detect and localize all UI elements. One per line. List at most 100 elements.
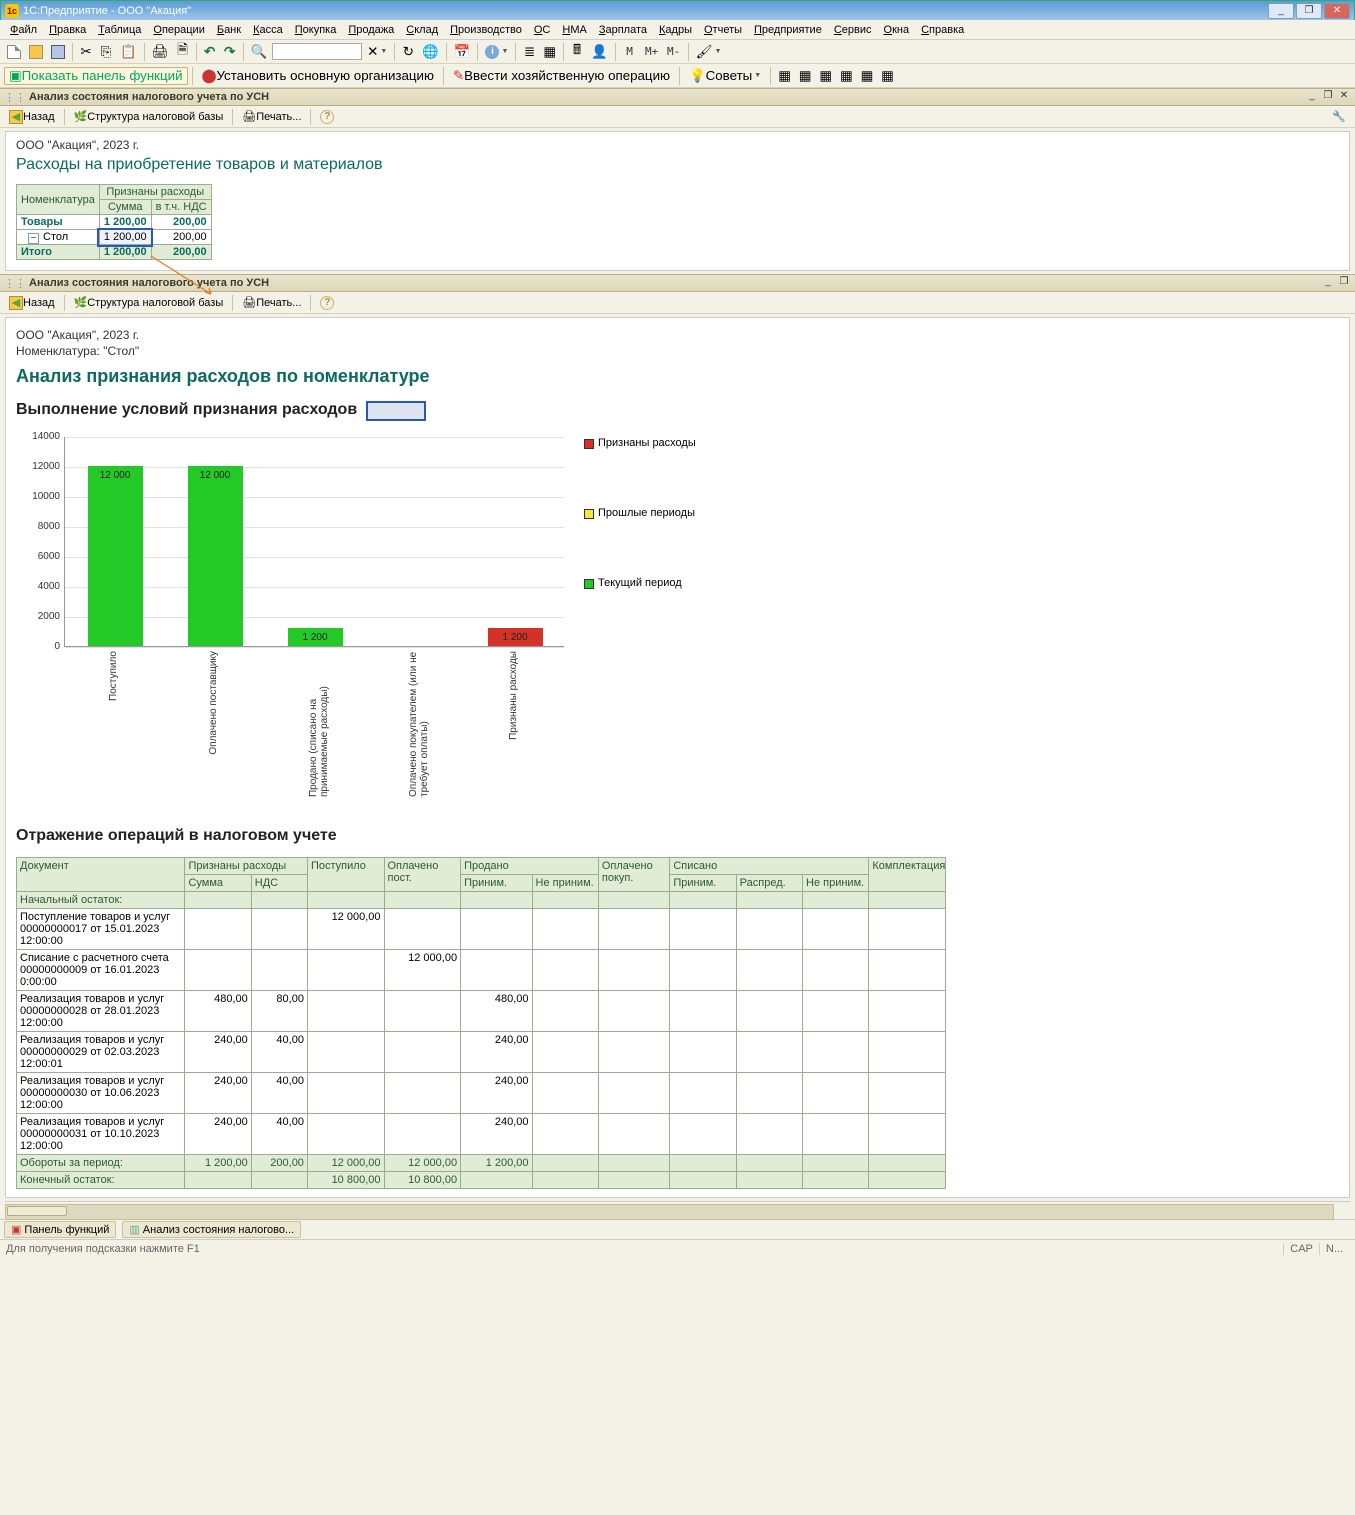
wrench-icon: 🔧 (1332, 110, 1346, 123)
table-row[interactable]: Стол 1 200,00 200,00 (17, 230, 212, 245)
grid-icon: ▦ (861, 68, 874, 84)
new-button[interactable] (4, 43, 24, 61)
memory-plus-button[interactable]: M+ (642, 43, 662, 61)
cut-button[interactable]: ✂ (77, 43, 95, 61)
zoom-button[interactable]: 🔍 (248, 43, 271, 61)
open-button[interactable] (26, 43, 46, 61)
help-button[interactable]: ? (315, 108, 339, 126)
menu-cash[interactable]: Касса (247, 22, 289, 38)
save-button[interactable] (48, 43, 68, 61)
menu-bank[interactable]: Банк (211, 22, 247, 38)
nav-bar-1: ◀Назад 🌿Структура налоговой базы 🖨Печать… (0, 106, 1355, 128)
doc-title-2: Анализ состояния налогового учета по УСН (29, 277, 1321, 289)
calc-button[interactable]: 🖩 (568, 43, 586, 61)
print-button[interactable]: 🖨 (149, 43, 172, 61)
y-tick: 14000 (16, 431, 60, 442)
selected-cell[interactable]: 1 200,00 (99, 230, 151, 245)
view3-button[interactable]: ▦ (816, 67, 835, 85)
menu-table[interactable]: Таблица (92, 22, 147, 38)
col-sum: Сумма (185, 875, 251, 892)
print-button[interactable]: 🖨Печать... (237, 294, 306, 311)
help-button[interactable]: ? (315, 294, 339, 312)
view5-button[interactable]: ▦ (858, 67, 877, 85)
enter-operation-button[interactable]: ✎ Ввести хозяйственную операцию (448, 67, 675, 85)
new-icon (7, 45, 21, 59)
back-button[interactable]: ◀Назад (4, 294, 60, 312)
view6-button[interactable]: ▦ (878, 67, 897, 85)
tax-base-structure-button[interactable]: 🌿Структура налоговой базы (69, 294, 229, 311)
settings-button[interactable]: 🔧 (1327, 108, 1351, 125)
info-button[interactable]: i▼ (482, 43, 511, 61)
status-cap: CAP (1283, 1243, 1319, 1255)
search-input[interactable] (272, 43, 362, 60)
doc-restore-button[interactable]: ❐ (1337, 276, 1351, 290)
table-button[interactable]: ▦ (540, 43, 559, 61)
chart-legend: Признаны расходы Прошлые периоды Текущий… (584, 437, 696, 797)
bottom-tab-panel-functions[interactable]: ▣Панель функций (4, 1221, 116, 1238)
table-row[interactable]: Поступление товаров и услуг 00000000017 … (17, 909, 946, 950)
copy-button[interactable]: ⎘ (97, 43, 115, 61)
table-row: Начальный остаток: (17, 892, 946, 909)
show-panel-functions-button[interactable]: ▣ Показать панель функций (4, 67, 188, 85)
minimize-button[interactable]: _ (1268, 3, 1294, 19)
menu-help[interactable]: Справка (915, 22, 970, 38)
menu-purchase[interactable]: Покупка (289, 22, 343, 38)
tab-handle-icon[interactable]: ⋮⋮ (4, 277, 26, 290)
view1-button[interactable]: ▦ (775, 67, 794, 85)
menu-staff[interactable]: Кадры (653, 22, 698, 38)
refresh-button[interactable]: ↻ (399, 43, 417, 61)
printer-icon: 🖨 (242, 296, 256, 309)
print-button[interactable]: 🖨Печать... (237, 108, 306, 125)
doc-minimize-button[interactable]: _ (1321, 276, 1335, 290)
user-button[interactable]: 👤 (588, 43, 611, 61)
close-button[interactable]: ✕ (1324, 3, 1350, 19)
doc-close-button[interactable]: ✕ (1337, 90, 1351, 104)
memory-minus-button[interactable]: M- (664, 43, 684, 61)
tax-base-structure-button[interactable]: 🌿Структура налоговой базы (69, 108, 229, 125)
redo-button[interactable]: ↷ (221, 43, 239, 61)
calendar-button[interactable]: 📅 (451, 43, 474, 61)
search-clear-button[interactable]: ✕▼ (364, 43, 390, 61)
tips-button[interactable]: 💡 Советы▼ (684, 67, 766, 85)
table-row[interactable]: Товары 1 200,00 200,00 (17, 215, 212, 230)
menu-windows[interactable]: Окна (878, 22, 916, 38)
menu-os[interactable]: ОС (528, 22, 557, 38)
menu-service[interactable]: Сервис (828, 22, 878, 38)
table-row[interactable]: Реализация товаров и услуг 00000000030 о… (17, 1073, 946, 1114)
restore-button[interactable]: ❐ (1296, 3, 1322, 19)
menu-salary[interactable]: Зарплата (593, 22, 653, 38)
menu-edit[interactable]: Правка (43, 22, 92, 38)
paste-button[interactable]: 📋 (117, 43, 140, 61)
doc-minimize-button[interactable]: _ (1305, 90, 1319, 104)
menu-file[interactable]: Файл (4, 22, 43, 38)
table-row[interactable]: Реализация товаров и услуг 00000000029 о… (17, 1032, 946, 1073)
print-preview-button[interactable]: 🗎 (174, 43, 192, 61)
menu-nma[interactable]: НМА (556, 22, 592, 38)
menu-enterprise[interactable]: Предприятие (748, 22, 828, 38)
table-row[interactable]: Реализация товаров и услуг 00000000028 о… (17, 991, 946, 1032)
menu-operations[interactable]: Операции (147, 22, 210, 38)
bottom-tab-analysis[interactable]: ▥Анализ состояния налогово... (122, 1221, 301, 1238)
menu-production[interactable]: Производство (444, 22, 528, 38)
scrollbar-thumb[interactable] (7, 1206, 67, 1216)
brush-button[interactable]: 🖌▼ (693, 43, 725, 61)
set-main-org-button[interactable]: ⬤ Установить основную организацию (197, 67, 439, 85)
menu-warehouse[interactable]: Склад (400, 22, 444, 38)
table-row[interactable]: Списание с расчетного счета 00000000009 … (17, 950, 946, 991)
collapse-toggle[interactable]: − (28, 233, 39, 244)
status-hint: Для получения подсказки нажмите F1 (6, 1243, 200, 1255)
memory-m-button[interactable]: M (620, 43, 640, 61)
menu-reports[interactable]: Отчеты (698, 22, 748, 38)
back-button[interactable]: ◀Назад (4, 108, 60, 126)
tab-handle-icon[interactable]: ⋮⋮ (4, 91, 26, 104)
view4-button[interactable]: ▦ (837, 67, 856, 85)
view2-button[interactable]: ▦ (796, 67, 815, 85)
menu-sale[interactable]: Продажа (342, 22, 400, 38)
horizontal-scrollbar[interactable] (5, 1201, 1350, 1219)
undo-button[interactable]: ↶ (201, 43, 219, 61)
table-row[interactable]: Реализация товаров и услуг 00000000031 о… (17, 1114, 946, 1155)
globe-button[interactable]: 🌐 (419, 43, 442, 61)
grid-icon: ▦ (840, 68, 853, 84)
list-button[interactable]: ≣ (520, 43, 538, 61)
doc-restore-button[interactable]: ❐ (1321, 90, 1335, 104)
